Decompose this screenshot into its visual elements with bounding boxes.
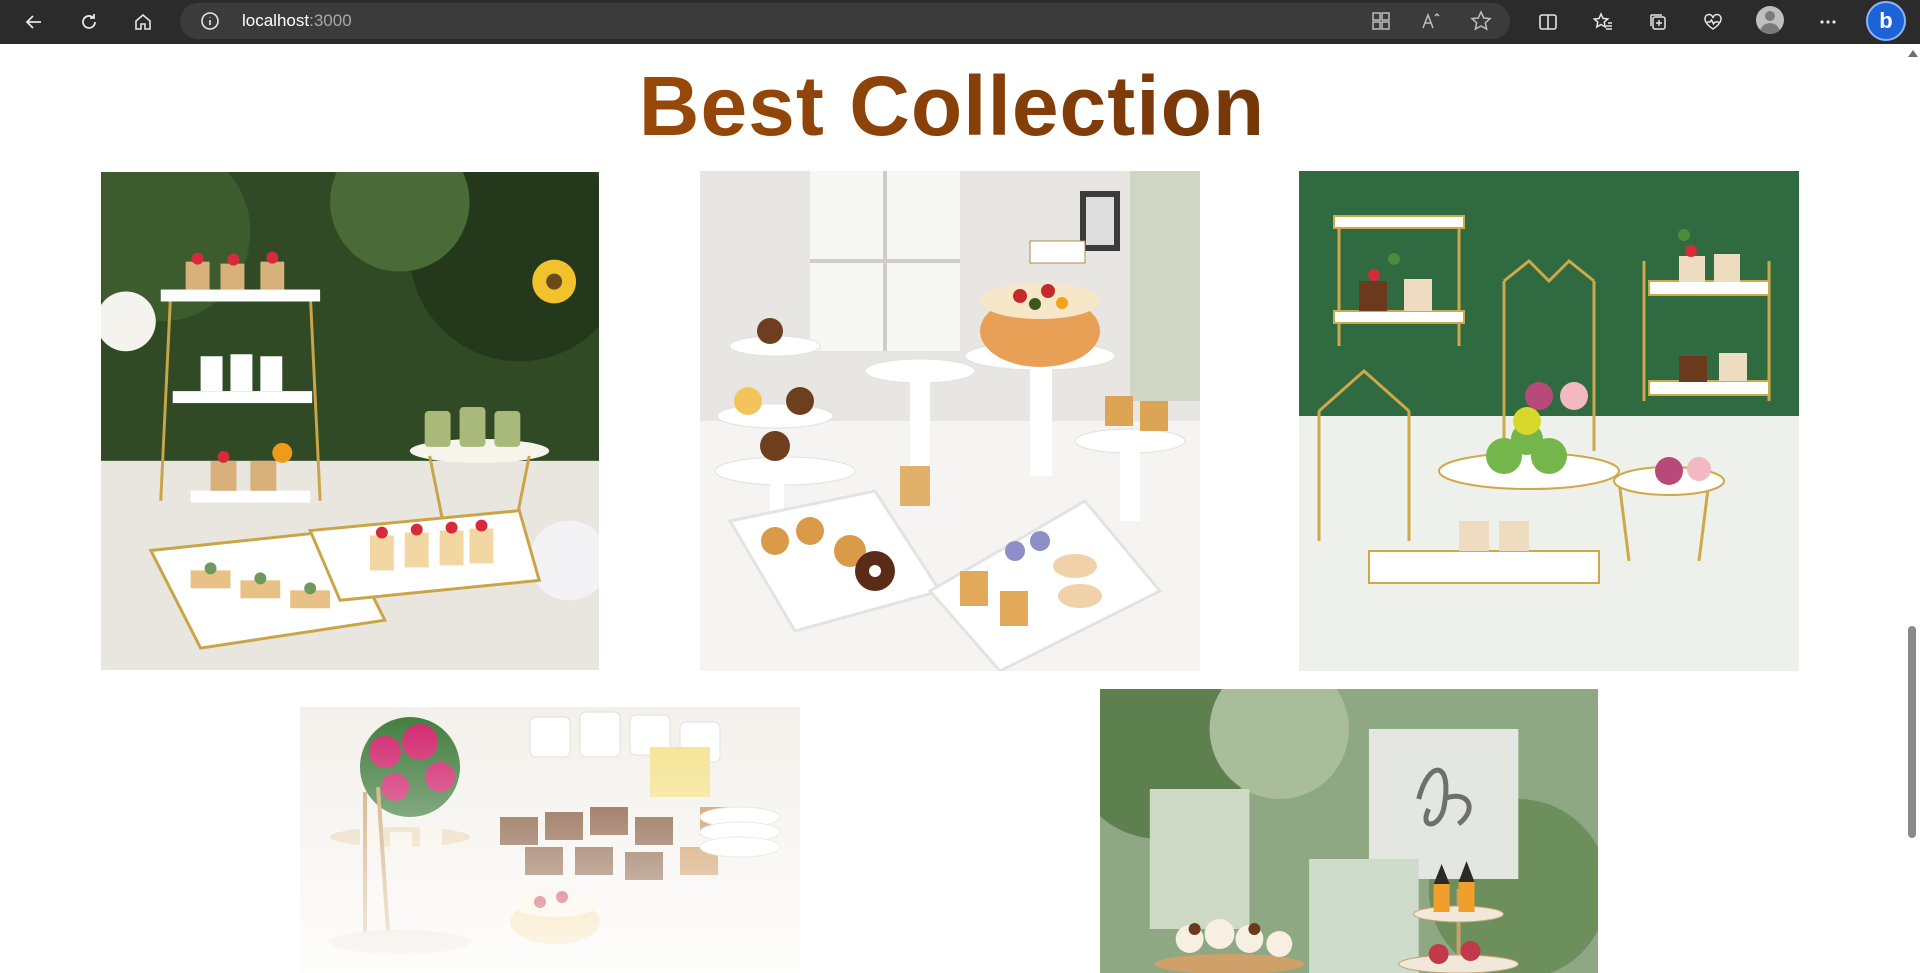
address-bar[interactable]: localhost:3000 <box>180 3 1510 39</box>
collections-icon[interactable] <box>1642 6 1674 38</box>
url-text[interactable]: localhost:3000 <box>242 11 352 31</box>
site-info-icon[interactable] <box>200 11 220 31</box>
refresh-icon[interactable] <box>73 6 105 38</box>
favorites-icon[interactable] <box>1587 6 1619 38</box>
gallery-image-3[interactable] <box>1299 171 1799 671</box>
browser-toolbar: localhost:3000 b <box>0 0 1920 44</box>
scrollbar-thumb[interactable] <box>1908 626 1916 838</box>
url-port: :3000 <box>309 11 352 30</box>
back-icon[interactable] <box>18 6 50 38</box>
gallery-image-2[interactable] <box>700 171 1200 671</box>
more-options-icon[interactable] <box>1812 6 1844 38</box>
page-content: Best Collection <box>0 44 1904 973</box>
copilot-icon[interactable]: b <box>1866 1 1906 41</box>
home-icon[interactable] <box>127 6 159 38</box>
profile-avatar[interactable] <box>1756 6 1784 34</box>
apps-icon[interactable] <box>1370 10 1392 32</box>
copilot-glyph: b <box>1879 8 1893 33</box>
browser-essentials-icon[interactable] <box>1697 6 1729 38</box>
read-aloud-icon[interactable] <box>1420 10 1442 32</box>
split-screen-icon[interactable] <box>1532 6 1564 38</box>
gallery-image-4[interactable] <box>300 707 800 973</box>
url-host: localhost <box>242 11 310 30</box>
gallery-image-1[interactable] <box>101 172 599 670</box>
gallery-image-5[interactable] <box>1100 689 1598 973</box>
favorite-star-icon[interactable] <box>1470 10 1492 32</box>
section-title: Best Collection <box>0 58 1904 155</box>
page-scrollbar[interactable] <box>1904 44 1920 973</box>
scroll-up-arrow-icon[interactable] <box>1908 50 1918 57</box>
